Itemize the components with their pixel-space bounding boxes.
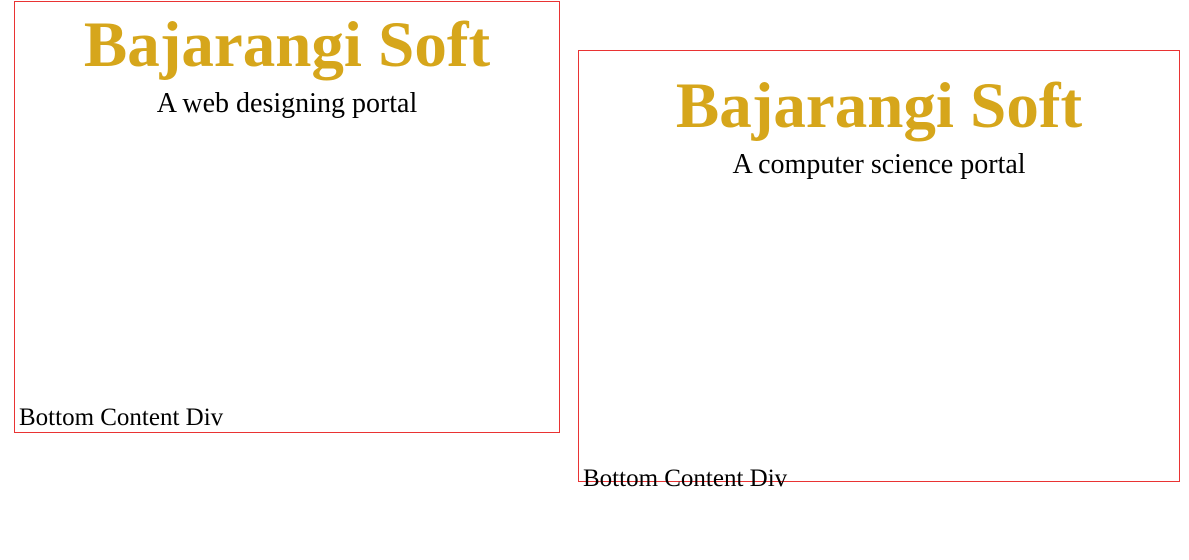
left-content-box: Bajarangi Soft A web designing portal Bo… [14,1,560,433]
right-box-bottom-label: Bottom Content Div [583,465,787,493]
right-box-inner: Bajarangi Soft A computer science portal… [579,71,1179,501]
left-box-title: Bajarangi Soft [15,10,559,82]
right-content-box: Bajarangi Soft A computer science portal… [578,50,1180,482]
left-box-subtitle: A web designing portal [15,88,559,120]
left-box-bottom-label: Bottom Content Div [19,404,223,432]
right-box-title: Bajarangi Soft [579,71,1179,143]
left-box-inner: Bajarangi Soft A web designing portal Bo… [15,10,559,440]
right-box-subtitle: A computer science portal [579,149,1179,181]
